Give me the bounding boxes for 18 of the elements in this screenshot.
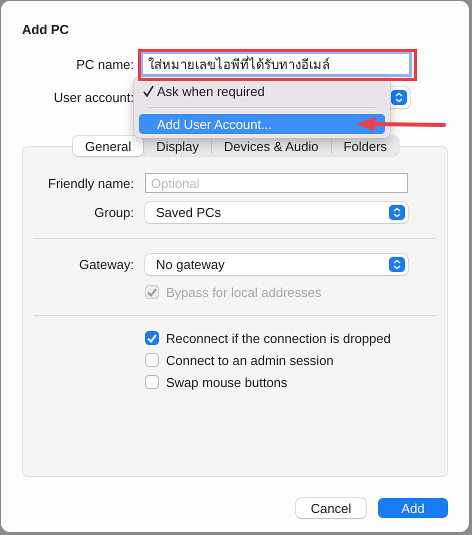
cancel-button[interactable]: Cancel: [296, 498, 366, 518]
gateway-popup[interactable]: No gateway: [145, 254, 408, 275]
window-title: Add PC: [22, 22, 70, 39]
checkbox-label: Swap mouse buttons: [166, 374, 288, 390]
field-label: Group:: [93, 205, 134, 220]
field-label: PC name:: [75, 56, 134, 72]
menu-item[interactable]: Ask when required: [139, 81, 385, 101]
checkbox-label: Reconnect if the connection is dropped: [166, 330, 391, 346]
tab[interactable]: General: [73, 136, 144, 156]
field-label: Friendly name:: [47, 176, 134, 190]
field-label: Gateway:: [78, 257, 134, 272]
friendly-name-field[interactable]: Optional: [145, 173, 408, 193]
add-button[interactable]: Add: [378, 498, 448, 518]
checkbox-label: Bypass for local addresses: [166, 284, 322, 300]
pc-name-field[interactable]: ใส่หมายเลขไอพีที่ได้รับทางอีเมล์: [142, 53, 410, 75]
checkbox-label: Connect to an admin session: [166, 352, 334, 368]
group-popup[interactable]: Saved PCs: [145, 202, 408, 223]
field-label: User account:: [52, 90, 134, 105]
